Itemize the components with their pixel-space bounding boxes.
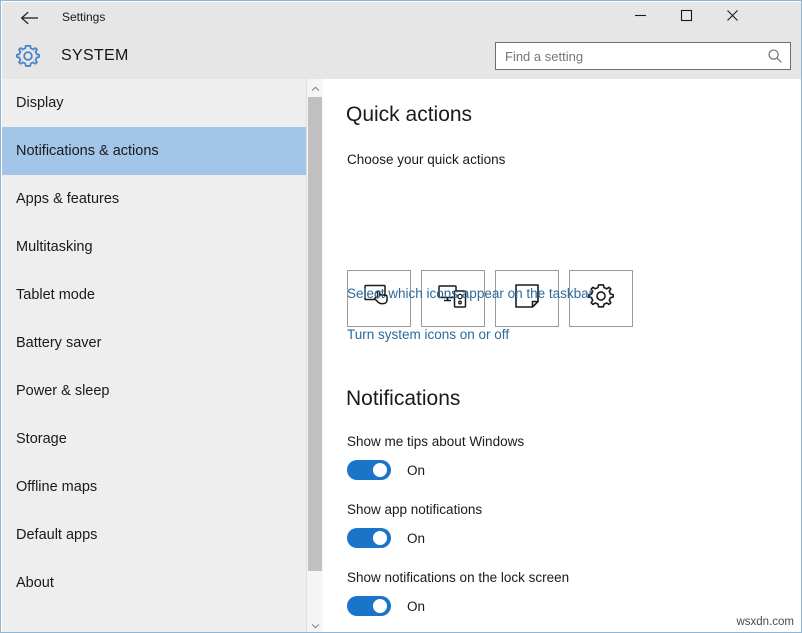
minimize-icon [634, 9, 647, 27]
setting-label-lock-screen-notifications: Show notifications on the lock screen [347, 570, 569, 585]
sidebar-item-storage[interactable]: Storage [2, 415, 306, 463]
sidebar-item-apps-features[interactable]: Apps & features [2, 175, 306, 223]
scrollbar-thumb[interactable] [308, 97, 322, 571]
title-bar: Settings [2, 2, 802, 33]
gear-icon [13, 41, 43, 71]
search-box[interactable] [495, 42, 791, 70]
sidebar-item-offline-maps[interactable]: Offline maps [2, 463, 306, 511]
toggle-tips-about-windows[interactable] [347, 460, 391, 480]
toggle-knob [373, 599, 387, 613]
link-select-taskbar-icons[interactable]: Select which icons appear on the taskbar [347, 286, 593, 301]
sidebar-item-about[interactable]: About [2, 559, 306, 607]
toggle-state-tips-about-windows: On [407, 463, 425, 478]
maximize-icon [680, 9, 693, 27]
toggle-app-notifications[interactable] [347, 528, 391, 548]
sidebar-scrollbar[interactable] [306, 79, 323, 633]
toggle-knob [373, 463, 387, 477]
sidebar-nav: Display Notifications & actions Apps & f… [2, 79, 306, 633]
scrollbar-down-button[interactable] [307, 616, 323, 633]
quick-actions-subtitle: Choose your quick actions [347, 152, 505, 167]
setting-row-lock-screen-notifications: On [347, 596, 425, 616]
setting-label-app-notifications: Show app notifications [347, 502, 482, 517]
chevron-up-icon [311, 79, 320, 97]
search-input[interactable] [496, 43, 760, 69]
window-title: Settings [62, 2, 105, 33]
maximize-button[interactable] [663, 3, 709, 33]
main-content: Quick actions Choose your quick actions [323, 79, 802, 633]
sidebar-item-multitasking[interactable]: Multitasking [2, 223, 306, 271]
toggle-state-lock-screen-notifications: On [407, 599, 425, 614]
notifications-heading: Notifications [346, 387, 460, 411]
sidebar-item-notifications-actions[interactable]: Notifications & actions [2, 127, 306, 175]
sidebar-item-power-sleep[interactable]: Power & sleep [2, 367, 306, 415]
sidebar-item-default-apps[interactable]: Default apps [2, 511, 306, 559]
close-button[interactable] [709, 3, 755, 33]
quick-actions-heading: Quick actions [346, 103, 472, 127]
setting-row-app-notifications: On [347, 528, 425, 548]
settings-window: Settings [0, 0, 802, 633]
sidebar-item-tablet-mode[interactable]: Tablet mode [2, 271, 306, 319]
page-header: SYSTEM [2, 33, 802, 79]
back-arrow-icon [20, 11, 40, 25]
search-icon[interactable] [760, 43, 790, 69]
sidebar-item-battery-saver[interactable]: Battery saver [2, 319, 306, 367]
sidebar-item-display[interactable]: Display [2, 79, 306, 127]
link-turn-system-icons[interactable]: Turn system icons on or off [347, 327, 509, 342]
scrollbar-up-button[interactable] [307, 79, 323, 96]
chevron-down-icon [311, 616, 320, 633]
toggle-state-app-notifications: On [407, 531, 425, 546]
watermark: wsxdn.com [736, 616, 794, 628]
page-title: SYSTEM [61, 33, 129, 79]
close-icon [726, 9, 739, 27]
setting-row-tips-about-windows: On [347, 460, 425, 480]
toggle-lock-screen-notifications[interactable] [347, 596, 391, 616]
setting-label-tips-about-windows: Show me tips about Windows [347, 434, 524, 449]
toggle-knob [373, 531, 387, 545]
back-button[interactable] [8, 2, 52, 33]
minimize-button[interactable] [617, 3, 663, 33]
